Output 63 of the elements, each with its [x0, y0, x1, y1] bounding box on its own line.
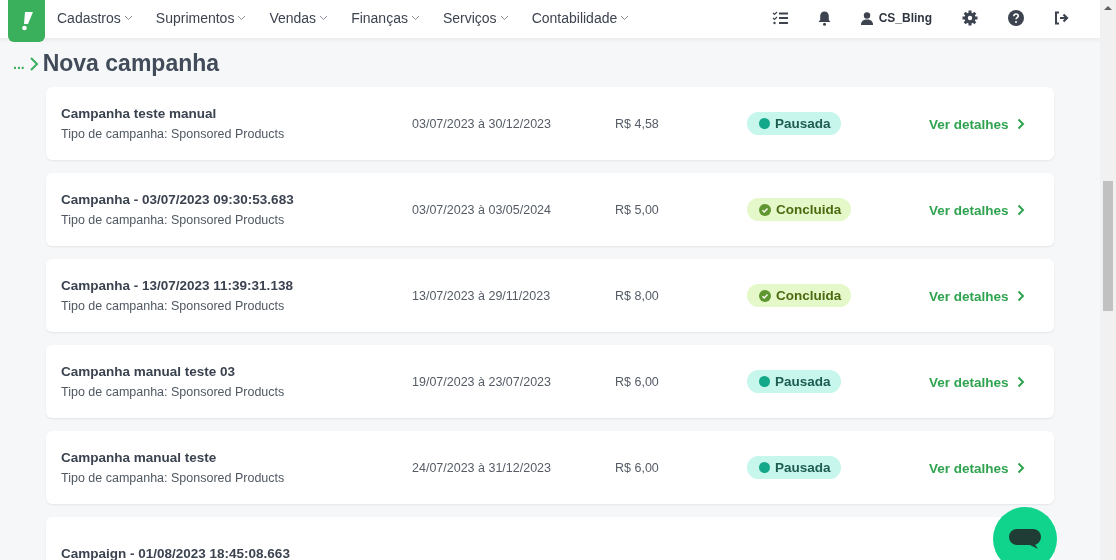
caret-icon — [499, 15, 509, 21]
status-badge: Pausada — [747, 112, 841, 135]
campaign-type: Tipo de campanha: Sponsored Products — [61, 127, 286, 141]
chevron-right-icon — [28, 55, 39, 72]
chevron-right-icon — [1016, 376, 1025, 388]
page-title: Nova campanha — [42, 50, 220, 77]
campaign-name: Campanha teste manual — [61, 106, 218, 121]
logout-icon[interactable] — [1054, 11, 1070, 25]
nav-menu[interactable]: Vendas — [269, 10, 329, 26]
caret-icon — [237, 15, 247, 21]
campaign-budget: R$ 6,00 — [615, 460, 660, 475]
app-logo[interactable] — [8, 0, 45, 42]
status-badge: Pausada — [747, 456, 841, 479]
campaign-budget: R$ 8,00 — [615, 288, 660, 303]
user-icon — [860, 11, 873, 25]
chat-button[interactable] — [993, 507, 1057, 560]
campaign-type: Tipo de campanha: Sponsored Products — [61, 213, 286, 227]
user-menu[interactable]: CS_Bling — [860, 11, 932, 25]
chevron-right-icon — [1016, 118, 1025, 130]
bell-icon[interactable] — [817, 10, 831, 26]
chevron-right-icon — [1016, 462, 1025, 474]
campaign-budget: R$ 5,00 — [615, 202, 660, 217]
caret-icon — [620, 15, 630, 21]
nav-menu[interactable]: Cadastros — [57, 10, 133, 26]
nav-menu[interactable]: Finanças — [351, 10, 420, 26]
caret-icon — [123, 15, 133, 21]
campaign-type: Tipo de campanha: Sponsored Products — [61, 299, 286, 313]
campaign-period: 19/07/2023 à 23/07/2023 — [412, 374, 553, 389]
caret-icon — [410, 15, 420, 21]
scrollbar-thumb[interactable] — [1103, 181, 1113, 311]
check-circle-icon — [759, 203, 771, 216]
status-dot-icon — [759, 118, 770, 129]
campaign-name: Campanha - 13/07/2023 11:39:31.138 — [61, 278, 294, 293]
checklist-icon[interactable] — [771, 11, 788, 25]
campaign-name: Campanha manual teste 03 — [61, 364, 237, 379]
campaign-period: 03/07/2023 à 30/12/2023 — [412, 116, 553, 131]
status-badge: Concluida — [747, 198, 852, 221]
chevron-right-icon — [1016, 204, 1025, 216]
check-circle-icon — [759, 289, 771, 302]
scrollbar[interactable] — [1100, 0, 1116, 560]
campaign-name: Campanha - 03/07/2023 09:30:53.683 — [61, 192, 295, 207]
chat-icon — [1008, 526, 1042, 552]
campaign-period: 03/07/2023 à 03/05/2024 — [412, 202, 553, 217]
status-dot-icon — [759, 462, 770, 473]
chevron-right-icon — [1016, 290, 1025, 302]
campaign-budget: R$ 6,00 — [615, 374, 660, 389]
campaign-period: 24/07/2023 à 31/12/2023 — [412, 460, 553, 475]
campaign-type: Tipo de campanha: Sponsored Products — [61, 385, 286, 399]
nav-menu[interactable]: Serviços — [442, 10, 509, 26]
status-badge: Concluida — [747, 284, 852, 307]
help-icon[interactable] — [1008, 10, 1024, 26]
status-dot-icon — [759, 376, 770, 387]
scroll-up-icon[interactable] — [1104, 5, 1112, 11]
status-badge: Pausada — [747, 370, 841, 393]
campaign-name: Campanha manual teste — [61, 450, 218, 465]
campaign-budget: R$ 4,58 — [615, 116, 660, 131]
caret-icon — [319, 15, 329, 21]
campaign-period: 13/07/2023 à 29/11/2023 — [412, 288, 552, 303]
settings-icon[interactable] — [962, 10, 978, 26]
campaign-name: Campaign - 01/08/2023 18:45:08.663 — [61, 546, 291, 560]
campaign-type: Tipo de campanha: Sponsored Products — [61, 471, 286, 485]
nav-menu[interactable]: Contabilidade — [531, 10, 630, 26]
nav-menu[interactable]: Suprimentos — [155, 10, 247, 26]
